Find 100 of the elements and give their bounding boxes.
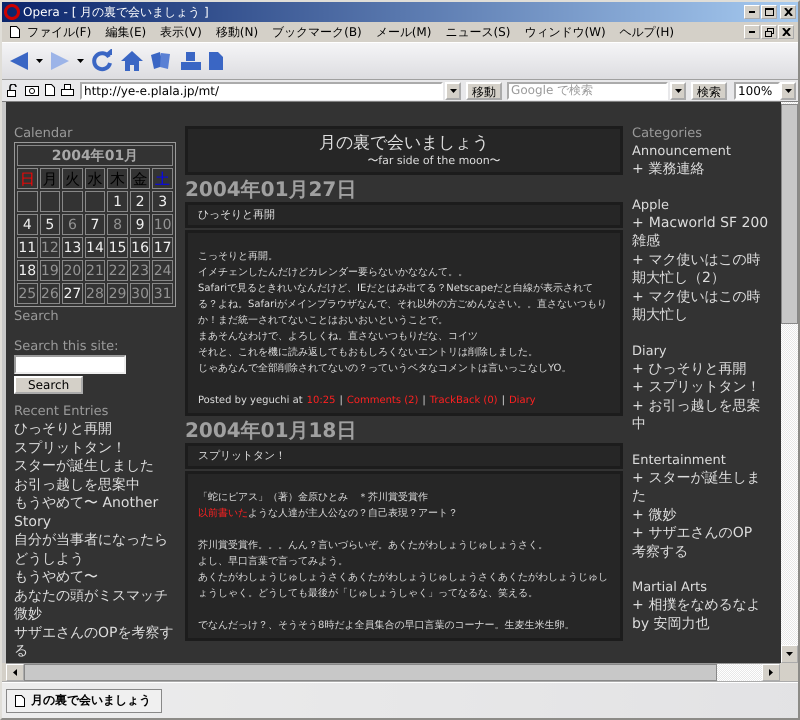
calendar-day[interactable]: 2 [130, 191, 150, 212]
category-name[interactable]: Apple [632, 196, 777, 214]
menu-item[interactable]: ウィンドウ(W) [517, 24, 613, 40]
category-entry-line[interactable]: スターが誕生しま [648, 470, 761, 486]
menu-item[interactable]: ニュース(S) [438, 24, 518, 40]
calendar-day[interactable]: 18 [17, 260, 38, 281]
scroll-left-button[interactable] [6, 664, 24, 681]
category-entry-line[interactable]: by 安岡力也 [632, 616, 710, 632]
text-link[interactable]: 以前書いた [198, 508, 248, 519]
menu-item[interactable]: 移動(N) [208, 24, 266, 40]
category-entry-line[interactable]: 期大忙し（2） [632, 270, 725, 286]
calendar-day[interactable]: 9 [130, 214, 150, 235]
search-input[interactable] [14, 355, 126, 374]
printer-icon[interactable] [61, 84, 74, 96]
category-entry-line[interactable]: た [632, 488, 646, 504]
category-entry-line[interactable]: スプリットタン！ [648, 379, 761, 395]
scrollbar-thumb[interactable] [781, 104, 798, 324]
caret-icon[interactable] [674, 88, 682, 92]
padlock-icon[interactable] [7, 84, 19, 97]
category-name[interactable]: Entertainment [632, 452, 777, 468]
category-entry-line[interactable]: 考察する [632, 544, 688, 560]
entry-link[interactable]: 微妙 [14, 605, 176, 624]
minimize-button[interactable] [744, 5, 760, 19]
dropdown-button[interactable] [670, 82, 686, 100]
reload-icon[interactable] [90, 49, 114, 73]
dropdown-button[interactable] [445, 82, 462, 100]
category-entry-line[interactable]: 期大忙し [632, 307, 688, 323]
dropdown-caret-icon[interactable] [77, 59, 84, 63]
calendar-day[interactable]: 17 [152, 237, 173, 258]
camera-icon[interactable] [25, 84, 39, 96]
entry-link[interactable]: 自分が当事者になったらどうしよう [14, 531, 176, 568]
entry-link[interactable]: もうやめて〜 Another Story [14, 494, 176, 531]
entry-link[interactable]: お引っ越しを思案中 [14, 476, 176, 494]
caret-icon[interactable] [784, 88, 792, 92]
search-button[interactable]: 検索 [691, 82, 727, 100]
menu-item[interactable]: ファイル(F) [20, 24, 98, 40]
entry-link[interactable]: あなたの頭がミスマッチ [14, 586, 176, 605]
footer-link[interactable]: Comments (2) [346, 393, 418, 409]
entry-link[interactable]: もうやめて〜 [14, 568, 176, 586]
entry-link[interactable]: ひっそりと再開 [14, 420, 176, 438]
menu-item[interactable]: 編集(E) [98, 24, 154, 40]
minimize-button[interactable] [744, 25, 760, 39]
category-name[interactable]: Diary [632, 342, 777, 360]
dropdown-caret-icon[interactable] [36, 59, 43, 63]
footer-link[interactable]: TrackBack (0) [430, 393, 498, 409]
category-entry-line[interactable]: マク使いはこの時 [648, 252, 761, 268]
go-button[interactable]: 移動 [466, 82, 502, 100]
scroll-right-button[interactable] [762, 664, 780, 681]
back-arrow-icon[interactable] [8, 50, 30, 72]
calendar-day[interactable]: 27 [62, 283, 83, 304]
category-entry-line[interactable]: ひっそりと再開 [648, 360, 747, 376]
category-entry-line[interactable]: 業務連絡 [648, 161, 705, 177]
category-entry-line[interactable]: マク使いはこの時 [648, 288, 761, 304]
footer-link[interactable]: 10:25 [306, 393, 336, 409]
calendar-day: 22 [107, 260, 128, 281]
entry-link[interactable]: スターが誕生しました [14, 457, 176, 476]
entry-link[interactable]: サザエさんのOPを考察する [14, 624, 176, 660]
category-name[interactable]: Martial Arts [632, 579, 777, 596]
category-entry-line[interactable]: お引っ越しを思案 [648, 398, 761, 414]
page-tab[interactable]: 月の裏で会いましょう [6, 688, 162, 712]
scrollbar-thumb[interactable] [24, 664, 717, 681]
menu-item[interactable]: メール(M) [368, 24, 438, 40]
document-icon[interactable] [45, 84, 55, 96]
calendar-day[interactable]: 14 [84, 237, 106, 258]
caret-icon[interactable] [450, 88, 457, 92]
restore-icon [764, 28, 774, 36]
category-entry-line[interactable]: 相撲をなめるなよ [648, 597, 761, 613]
menu-item[interactable]: 表示(V) [153, 24, 209, 40]
category-entry-line[interactable]: 雑感 [632, 233, 660, 249]
footer-link[interactable]: Diary [508, 393, 536, 409]
calendar-day[interactable]: 16 [130, 237, 150, 258]
close-button[interactable] [780, 5, 796, 19]
category-entry-line[interactable]: サザエさんのOP [648, 525, 752, 541]
calendar-day[interactable]: 15 [107, 237, 128, 258]
home-icon[interactable] [120, 50, 144, 72]
calendar-day[interactable]: 5 [40, 214, 60, 235]
calendar-day[interactable]: 3 [152, 191, 173, 212]
calendar-day[interactable]: 13 [62, 237, 83, 258]
category-entry-line[interactable]: 中 [632, 416, 646, 432]
scroll-down-button[interactable] [781, 645, 798, 663]
category-name[interactable]: Announcement [632, 143, 777, 160]
calendar-day[interactable]: 4 [17, 214, 38, 235]
calendar-day[interactable]: 1 [107, 191, 128, 212]
menu-item[interactable]: ヘルプ(H) [612, 24, 682, 40]
close-button[interactable] [778, 25, 794, 39]
bullet-marker: + [632, 506, 644, 522]
calendar-day[interactable]: 7 [84, 214, 106, 235]
search-button[interactable]: Search [14, 376, 84, 394]
category-entry-line[interactable]: Macworld SF 200 [648, 214, 768, 230]
menu-item[interactable]: ブックマーク(B) [265, 24, 369, 40]
category-entry-line[interactable]: 微妙 [648, 506, 677, 522]
maximize-button[interactable] [761, 5, 777, 19]
calendar-day[interactable]: 11 [17, 237, 38, 258]
bullet-marker: + [632, 597, 644, 613]
calendar-day: 10 [152, 214, 173, 235]
text-line: イメチェンしたんだけどカレンダー要らないかななんて。。 [198, 266, 469, 280]
restore-button[interactable] [761, 25, 777, 39]
url-field[interactable]: http://ye-e.plala.jp/mt/ [80, 82, 444, 100]
text-line: まあそんなわけで、よろしくね。直さないつもりだな、コイツ [198, 330, 479, 344]
entry-link[interactable]: スプリットタン！ [14, 438, 176, 457]
